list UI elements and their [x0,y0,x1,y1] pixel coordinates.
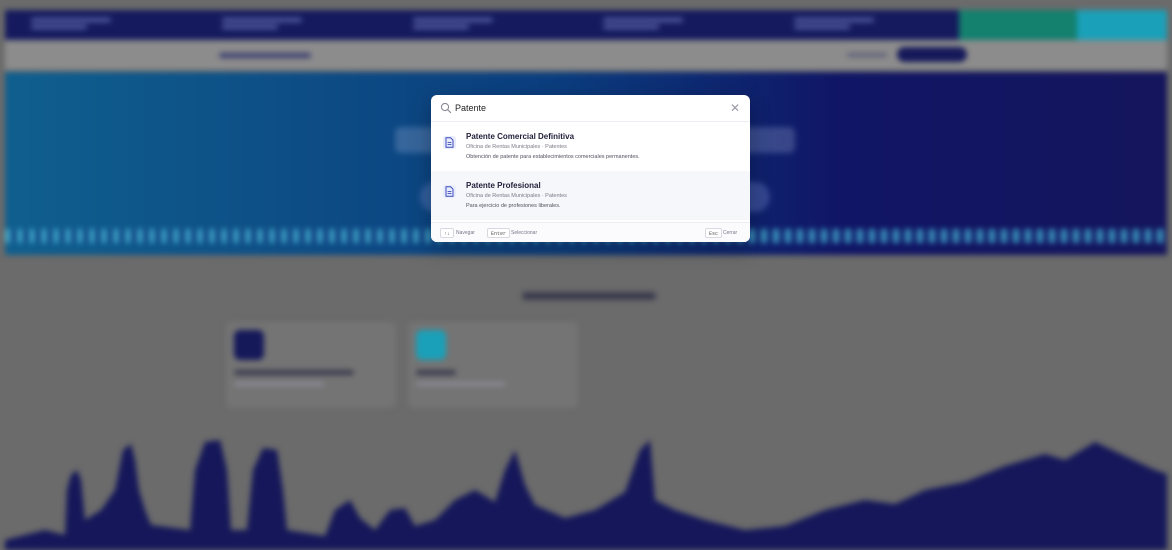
result-description: Obtención de patente para establecimient… [466,154,640,160]
top-strip-item [196,10,387,40]
unit-card [408,322,578,408]
nav-link [847,53,887,57]
search-modal: ✕ Patente Comercial Definitiva Oficina d… [431,95,750,242]
nav-button [897,47,967,62]
close-icon[interactable]: ✕ [728,101,742,115]
top-strip-item [5,10,196,40]
background-page [0,0,1172,550]
search-result-item[interactable]: Patente Profesional Oficina de Rentas Mu… [431,171,750,220]
navbar [5,40,1167,70]
result-department: Oficina de Rentas Municipales · Patentes [466,144,567,150]
card-title [234,370,354,375]
document-icon [443,185,456,198]
landscape-silhouette [5,440,1167,550]
card-subtitle [234,382,324,386]
top-strip-item [387,10,578,40]
section-title [522,292,656,300]
keyboard-hints: ↑↓ Navegar Enter Seleccionar Esc Cerrar [431,222,750,242]
unit-card [226,322,396,408]
result-title: Patente Comercial Definitiva [466,132,575,141]
top-strip-item [768,10,959,40]
result-description: Para ejercicio de profesiones liberales. [466,203,561,209]
top-info-strip [5,10,1167,40]
top-strip-green-button [958,10,1077,40]
close-label: Cerrar [723,230,738,236]
logo [219,53,311,58]
top-strip-item [577,10,768,40]
select-label: Seleccionar [511,230,538,236]
top-strip-cyan-button [1076,10,1167,40]
navigate-label: Navegar [456,230,475,236]
result-department: Oficina de Rentas Municipales · Patentes [466,193,567,199]
search-input[interactable] [455,99,715,117]
card-subtitle [416,382,506,386]
card-icon [234,330,264,360]
document-icon [443,136,456,149]
card-title [416,370,456,375]
search-icon [440,102,452,114]
result-title: Patente Profesional [466,181,541,190]
navigate-key: ↑↓ [440,228,455,238]
card-icon [416,330,446,360]
close-key: Esc [705,228,723,238]
select-key: Enter [487,228,511,238]
search-result-item[interactable]: Patente Comercial Definitiva Oficina de … [431,122,750,171]
search-bar: ✕ [431,95,750,122]
